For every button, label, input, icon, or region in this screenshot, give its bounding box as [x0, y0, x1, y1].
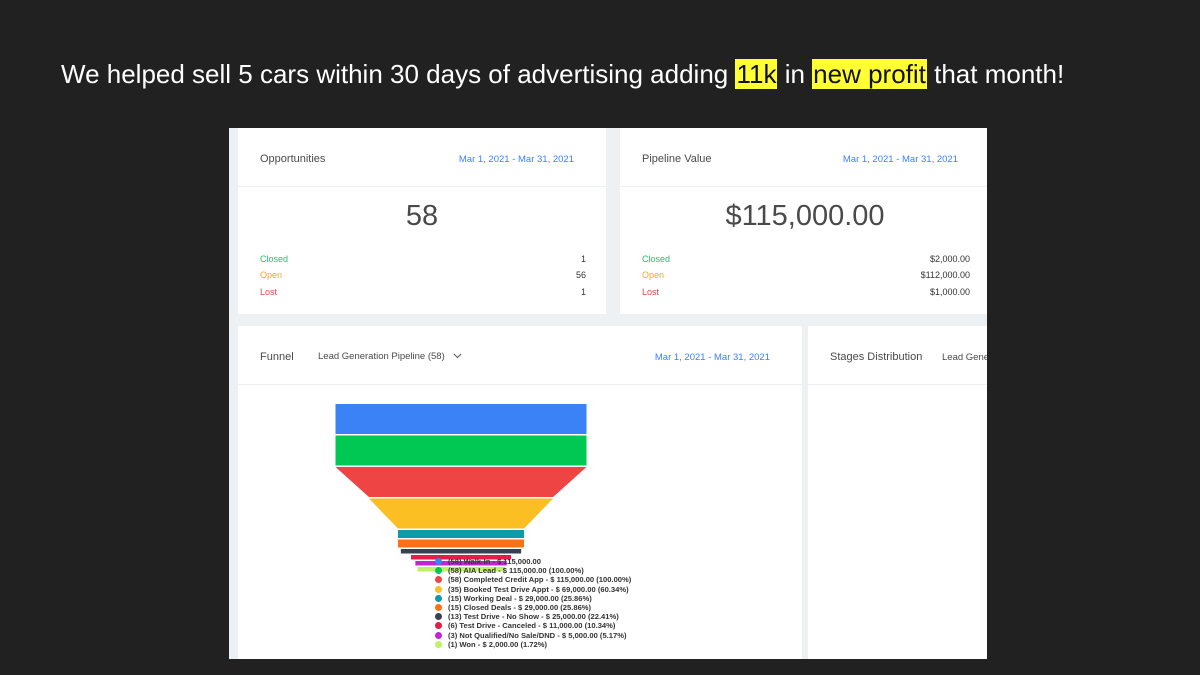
- opportunities-date-range[interactable]: Mar 1, 2021 - Mar 31, 2021: [459, 154, 574, 165]
- legend-dot-icon: [435, 567, 442, 575]
- headline-text-1: We helped sell 5 cars within 30 days of …: [61, 59, 736, 89]
- funnel-header: Funnel Lead Generation Pipeline (58) Mar…: [238, 326, 802, 385]
- funnel-segment[interactable]: [397, 539, 525, 548]
- pipeline-value-card: Pipeline Value Mar 1, 2021 - Mar 31, 202…: [620, 128, 987, 314]
- pipeline-value-title: Pipeline Value: [642, 153, 712, 165]
- funnel-segment[interactable]: [400, 549, 522, 554]
- opportunities-total: 58: [405, 200, 439, 232]
- lost-label: Lost: [642, 287, 660, 297]
- legend-item[interactable]: (15) Closed Deals - $ 29,000.00 (25.86%): [435, 603, 631, 612]
- legend-item[interactable]: (58) Walk-In - $ 115,000.00: [435, 557, 631, 566]
- funnel-segment[interactable]: [335, 404, 587, 434]
- legend-item[interactable]: (1) Won - $ 2,000.00 (1.72%): [435, 640, 631, 649]
- pipeline-value-total: $115,000.00: [725, 200, 885, 232]
- legend-item[interactable]: (35) Booked Test Drive Appt - $ 69,000.0…: [435, 585, 631, 594]
- legend-dot-icon: [435, 640, 442, 648]
- opportunities-title: Opportunities: [260, 153, 326, 165]
- funnel-legend: (58) Walk-In - $ 115,000.00 (58) AIA Lead…: [435, 557, 631, 649]
- funnel-title: Funnel: [260, 351, 294, 363]
- stages-pipeline-select[interactable]: Lead Gene: [942, 352, 987, 363]
- legend-label: (15) Closed Deals - $ 29,000.00 (25.86%): [448, 602, 592, 612]
- legend-item[interactable]: (58) Completed Credit App - $ 115,000.00…: [435, 575, 631, 584]
- opportunities-row-open: Open 56: [260, 270, 586, 280]
- legend-item[interactable]: (13) Test Drive - No Show - $ 25,000.00 …: [435, 612, 631, 621]
- legend-label: (58) Walk-In - $ 115,000.00: [448, 557, 542, 566]
- legend-dot-icon: [435, 631, 442, 639]
- dashboard-screenshot: Opportunities Mar 1, 2021 - Mar 31, 2021…: [229, 128, 987, 659]
- open-value: $112,000.00: [920, 270, 970, 280]
- legend-dot-icon: [435, 622, 442, 630]
- opportunities-card: Opportunities Mar 1, 2021 - Mar 31, 2021…: [238, 128, 606, 314]
- closed-value: 1: [580, 254, 586, 264]
- funnel-segment[interactable]: [397, 530, 525, 538]
- legend-dot-icon: [435, 613, 442, 621]
- legend-item[interactable]: (15) Working Deal - $ 29,000.00 (25.86%): [435, 594, 631, 603]
- pipeline-select[interactable]: Lead Generation Pipeline (58): [318, 351, 462, 362]
- legend-label: (1) Won - $ 2,000.00 (1.72%): [448, 639, 548, 649]
- legend-dot-icon: [435, 558, 442, 565]
- stages-distribution-card: Stages Distribution Lead Gene: [808, 326, 987, 659]
- funnel-segment[interactable]: [335, 435, 587, 466]
- legend-label: (13) Test Drive - No Show - $ 25,000.00 …: [448, 612, 619, 622]
- headline-highlight-amount: 11k: [735, 59, 778, 89]
- pipeline-row-closed: Closed $2,000.00: [642, 254, 970, 264]
- legend-label: (15) Working Deal - $ 29,000.00 (25.86%): [448, 593, 592, 603]
- legend-label: (3) Not Qualified/No Sale/DND - $ 5,000.…: [448, 630, 627, 640]
- headline-text-2: in: [777, 59, 813, 89]
- pipeline-select-label: Lead Generation Pipeline (58): [318, 351, 445, 362]
- legend-dot-icon: [435, 576, 442, 584]
- legend-label: (6) Test Drive - Canceled - $ 11,000.00 …: [448, 621, 616, 631]
- lost-value: $1,000.00: [929, 287, 970, 297]
- opportunities-header: Opportunities Mar 1, 2021 - Mar 31, 2021: [238, 128, 606, 187]
- stages-title: Stages Distribution: [830, 351, 923, 363]
- closed-label: Closed: [642, 254, 671, 264]
- open-label: Open: [642, 270, 665, 280]
- closed-value: $2,000.00: [929, 254, 970, 264]
- funnel-card: Funnel Lead Generation Pipeline (58) Mar…: [238, 326, 802, 659]
- headline-highlight-profit: new profit: [812, 59, 927, 89]
- legend-dot-icon: [435, 585, 442, 593]
- legend-dot-icon: [435, 594, 442, 602]
- funnel-segment[interactable]: [368, 498, 554, 529]
- open-value: 56: [575, 270, 586, 280]
- funnel-date-range[interactable]: Mar 1, 2021 - Mar 31, 2021: [655, 352, 770, 363]
- legend-label: (35) Booked Test Drive Appt - $ 69,000.0…: [448, 584, 629, 594]
- lost-value: 1: [580, 287, 586, 297]
- legend-item[interactable]: (3) Not Qualified/No Sale/DND - $ 5,000.…: [435, 631, 631, 640]
- pipeline-value-date-range[interactable]: Mar 1, 2021 - Mar 31, 2021: [843, 154, 958, 165]
- opportunities-row-closed: Closed 1: [260, 254, 586, 264]
- headline: We helped sell 5 cars within 30 days of …: [61, 57, 1064, 91]
- legend-item[interactable]: (58) AIA Lead - $ 115,000.00 (100.00%): [435, 566, 631, 575]
- funnel-segment[interactable]: [335, 467, 587, 497]
- opportunities-row-lost: Lost 1: [260, 287, 586, 297]
- legend-label: (58) AIA Lead - $ 115,000.00 (100.00%): [448, 566, 584, 576]
- legend-item[interactable]: (6) Test Drive - Canceled - $ 11,000.00 …: [435, 621, 631, 630]
- lost-label: Lost: [260, 287, 278, 297]
- pipeline-row-open: Open $112,000.00: [642, 270, 970, 280]
- headline-text-3: that month!: [926, 59, 1065, 89]
- closed-label: Closed: [260, 254, 289, 264]
- legend-dot-icon: [435, 603, 442, 611]
- stages-header: Stages Distribution Lead Gene: [808, 326, 987, 385]
- pipeline-row-lost: Lost $1,000.00: [642, 287, 970, 297]
- legend-label: (58) Completed Credit App - $ 115,000.00…: [448, 575, 632, 585]
- pipeline-value-header: Pipeline Value Mar 1, 2021 - Mar 31, 202…: [620, 128, 987, 187]
- chevron-down-icon: [453, 351, 462, 362]
- open-label: Open: [260, 270, 283, 280]
